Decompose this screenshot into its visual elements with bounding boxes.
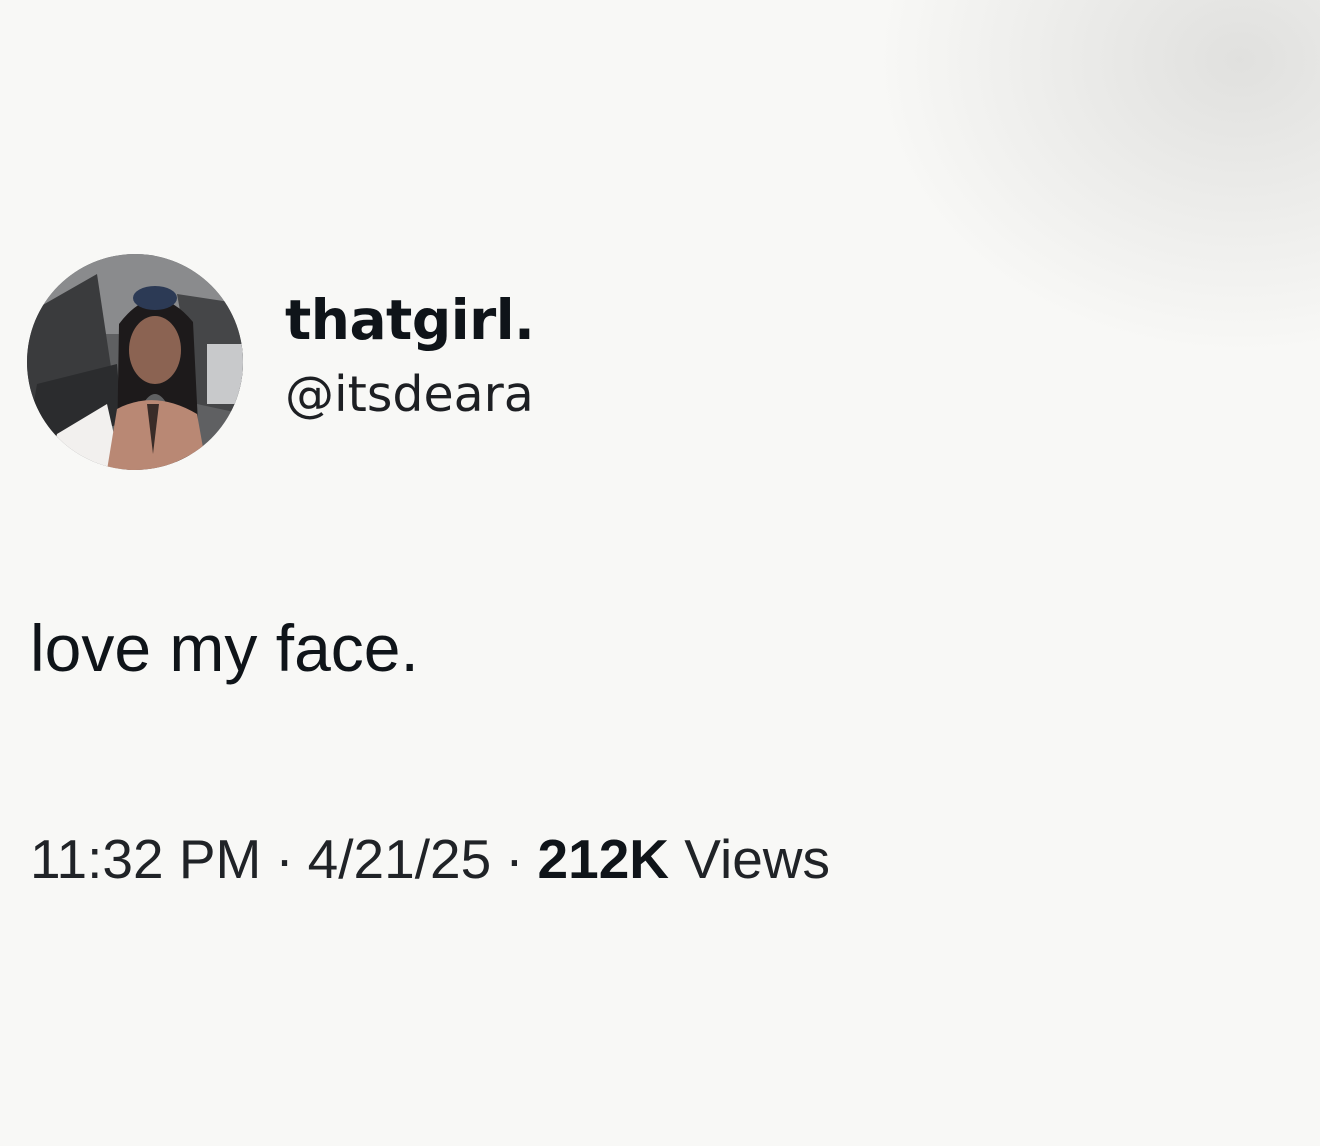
display-name[interactable]: thatgirl. xyxy=(285,285,535,355)
tweet-metadata: 11:32 PM · 4/21/25 · 212K Views xyxy=(30,824,830,894)
avatar-photo xyxy=(27,254,243,470)
separator-dot: · xyxy=(275,828,294,890)
tweet-time[interactable]: 11:32 PM xyxy=(30,828,261,890)
username-handle[interactable]: @itsdeara xyxy=(285,363,534,427)
author-names: thatgirl. @itsdeara xyxy=(285,285,535,427)
separator-dot: · xyxy=(505,828,524,890)
tweet-text: love my face. xyxy=(30,611,419,685)
avatar[interactable] xyxy=(27,254,243,470)
tweet-header: thatgirl. @itsdeara xyxy=(27,254,535,470)
tweet: thatgirl. @itsdeara love my face. 11:32 … xyxy=(0,0,1320,1146)
views-count[interactable]: 212K xyxy=(538,828,669,890)
tweet-date[interactable]: 4/21/25 xyxy=(308,828,492,890)
views-label: Views xyxy=(684,828,830,890)
